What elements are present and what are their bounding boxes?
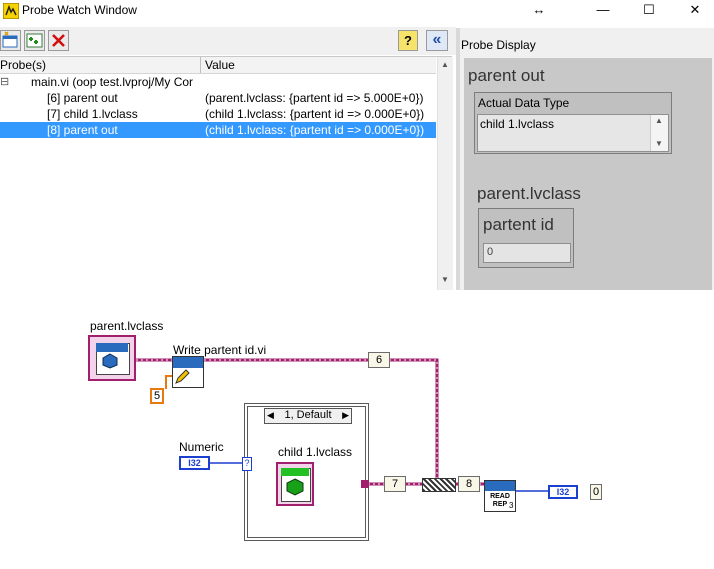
class-cube-icon (286, 478, 304, 496)
next-case-icon[interactable]: ▶ (342, 409, 349, 422)
partent-id-field[interactable]: 0 (483, 243, 571, 263)
maximize-button[interactable]: ☐ (626, 0, 672, 22)
probe-value: (child 1.lvclass: {partent id => 0.000E+… (205, 107, 425, 121)
indicator-label: parent out (468, 66, 545, 85)
numeric-control[interactable]: I32 (179, 456, 210, 470)
write-partent-id-vi[interactable] (172, 356, 204, 388)
list-header: Probe(s) Value (0, 57, 436, 74)
close-button[interactable]: ✕ (672, 0, 714, 22)
actual-data-type-value: child 1.lvclass (480, 117, 555, 131)
probe-toolbar: ? « (0, 27, 456, 55)
child-class-label: child 1.lvclass (278, 445, 353, 459)
probe-list: Probe(s) Value ⊟ main.vi (oop test.lvpro… (0, 56, 453, 290)
probe-name: [8] parent out (47, 123, 118, 137)
output-tunnel[interactable] (361, 480, 369, 488)
probe-value: (parent.lvclass: {partent id => 5.000E+0… (205, 91, 424, 105)
add-probe-button[interactable] (24, 30, 45, 51)
probe-watch-window: Probe Watch Window ↔ — ☐ ✕ ? « Probe(s) … (0, 0, 714, 291)
probe-name: [6] parent out (47, 91, 118, 105)
numeric-label: Numeric (179, 440, 224, 454)
new-probe-button[interactable] (0, 30, 21, 51)
read-rep-number: 3 (509, 501, 514, 510)
field-label: partent id (483, 215, 554, 234)
scroll-up-icon[interactable]: ▲ (655, 116, 663, 125)
numeric-indicator[interactable]: I32 (548, 485, 578, 499)
column-divider[interactable] (200, 57, 201, 73)
block-diagram: parent.lvclass Write partent id.vi 5 6 ◀… (0, 293, 714, 569)
help-button[interactable]: ? (398, 30, 418, 51)
pencil-icon (175, 369, 190, 384)
probe-name: [7] child 1.lvclass (47, 107, 138, 121)
probe-name: main.vi (oop test.lvproj/My Cor (31, 75, 194, 89)
probe-value: (child 1.lvclass: {partent id => 0.000E+… (205, 123, 425, 137)
probe-row-7[interactable]: [7] child 1.lvclass (child 1.lvclass: {p… (0, 106, 436, 122)
add-probe-icon (26, 33, 43, 48)
delete-icon (52, 34, 65, 47)
probe-display-pane: Probe Display parent out Actual Data Typ… (460, 28, 714, 290)
expander-icon[interactable]: ⊟ (0, 74, 9, 90)
minimize-button[interactable]: — (580, 0, 626, 22)
probe-display-label: Probe Display (461, 38, 536, 52)
new-probe-icon (2, 31, 18, 48)
move-icon[interactable]: ↔ (516, 0, 562, 22)
partent-id-value: 0 (487, 246, 494, 258)
labview-app-icon (3, 3, 19, 19)
delete-probe-button[interactable] (48, 30, 69, 51)
cluster-label: parent.lvclass (477, 184, 581, 203)
case-selector-terminal[interactable]: ? (242, 457, 252, 471)
read-rep-vi[interactable]: READ REP 3 (484, 480, 516, 512)
case-selector-value: 1, Default (284, 409, 332, 421)
scroll-down-icon[interactable]: ▼ (655, 139, 663, 148)
probe-8-tag[interactable]: 8 (458, 476, 480, 492)
probe-6-tag[interactable]: 6 (368, 352, 390, 368)
actual-data-type-label: Actual Data Type (478, 96, 570, 110)
class-cube-icon (102, 353, 118, 369)
prev-case-icon[interactable]: ◀ (267, 409, 274, 422)
parent-class-label: parent.lvclass (90, 319, 164, 333)
probe-row-main-vi[interactable]: ⊟ main.vi (oop test.lvproj/My Cor (0, 74, 436, 90)
probe-row-6[interactable]: [6] parent out (parent.lvclass: {partent… (0, 90, 436, 106)
column-header-probes[interactable]: Probe(s) (0, 58, 46, 72)
scroll-down-icon[interactable]: ▼ (440, 275, 450, 284)
class-merge-node[interactable] (422, 478, 456, 492)
title-bar[interactable]: Probe Watch Window ↔ — ☐ ✕ (0, 0, 714, 22)
probe-display-panel: parent out Actual Data Type child 1.lvcl… (464, 58, 712, 290)
list-scrollbar[interactable]: ▲ ▼ (437, 57, 453, 290)
actual-data-type-box: Actual Data Type child 1.lvclass ▲ ▼ (474, 92, 672, 154)
column-header-value[interactable]: Value (205, 58, 235, 72)
type-field-scrollbar[interactable]: ▲ ▼ (650, 115, 668, 151)
scroll-up-icon[interactable]: ▲ (440, 60, 450, 69)
parent-class-constant[interactable] (88, 335, 136, 381)
probe-7-tag[interactable]: 7 (384, 476, 406, 492)
probe-row-8-selected[interactable]: [8] parent out (child 1.lvclass: {parten… (0, 122, 436, 138)
child-class-constant[interactable] (276, 462, 314, 506)
window-title: Probe Watch Window (22, 3, 137, 17)
write-vi-label: Write partent id.vi (173, 343, 267, 357)
class-cluster: partent id 0 (478, 208, 574, 268)
output-value: 0 (590, 484, 602, 500)
case-selector[interactable]: ◀ 1, Default ▶ (264, 408, 352, 424)
numeric-constant-5[interactable]: 5 (150, 388, 164, 404)
collapse-panel-button[interactable]: « (426, 30, 448, 51)
actual-data-type-field[interactable]: child 1.lvclass ▲ ▼ (477, 114, 669, 152)
